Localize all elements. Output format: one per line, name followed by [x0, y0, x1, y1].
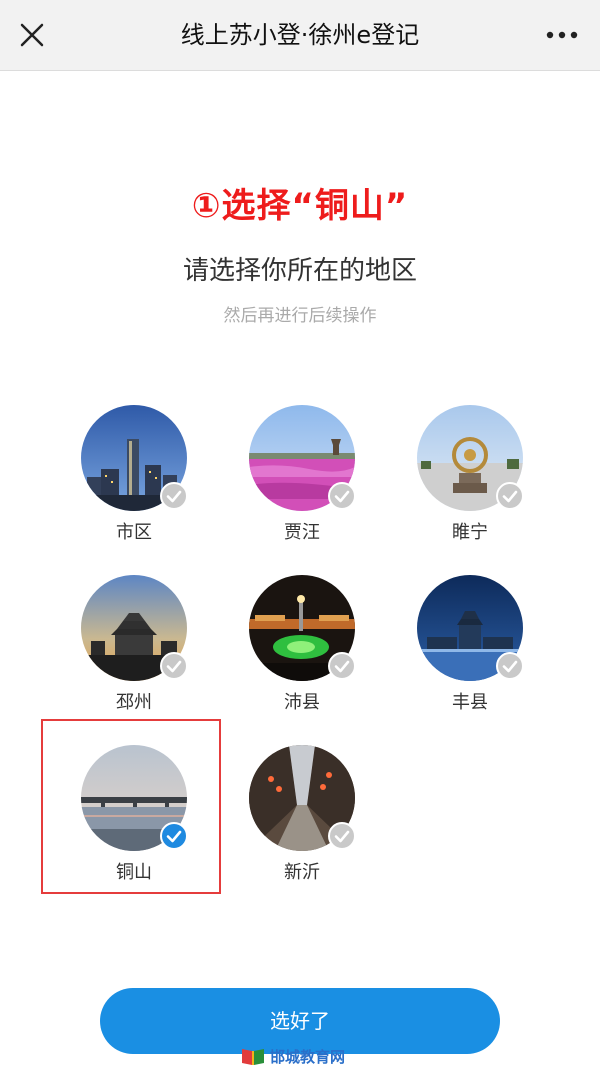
region-heading: 请选择你所在的地区 [182, 256, 417, 286]
unchecked-icon [496, 482, 524, 510]
region-item-peixian[interactable]: 沛县 [242, 575, 362, 725]
region-label: 铜山 [116, 862, 152, 883]
region-label: 贾汪 [284, 522, 320, 543]
unchecked-icon [328, 652, 356, 680]
close-icon[interactable] [14, 17, 50, 53]
region-label: 新沂 [284, 862, 320, 883]
region-label: 沛县 [284, 692, 320, 713]
watermark: 邯城教育网 [240, 1043, 345, 1069]
unchecked-icon [328, 822, 356, 850]
region-item-suining[interactable]: 睢宁 [410, 405, 530, 555]
step-annotation: ①选择“铜山” [191, 186, 409, 226]
region-item-tongshan[interactable]: 铜山 [74, 745, 194, 895]
unchecked-icon [496, 652, 524, 680]
checked-icon [160, 822, 188, 850]
unchecked-icon [160, 652, 188, 680]
region-item-pizhou[interactable]: 邳州 [74, 575, 194, 725]
region-label: 睢宁 [452, 522, 488, 543]
region-item-shiqu[interactable]: 市区 [74, 405, 194, 555]
region-item-fengxian[interactable]: 丰县 [410, 575, 530, 725]
watermark-text: 邯城教育网 [270, 1047, 346, 1066]
more-options-icon[interactable] [542, 20, 582, 50]
region-label: 市区 [116, 522, 152, 543]
region-subheading: 然后再进行后续操作 [223, 306, 377, 326]
unchecked-icon [160, 482, 188, 510]
book-logo-icon [240, 1045, 266, 1067]
region-label: 丰县 [452, 692, 488, 713]
region-item-jiawang[interactable]: 贾汪 [242, 405, 362, 555]
page-title: 线上苏小登·徐州e登记 [180, 21, 420, 49]
top-bar: 线上苏小登·徐州e登记 [0, 0, 600, 71]
region-label: 邳州 [116, 692, 152, 713]
region-item-xinyi[interactable]: 新沂 [242, 745, 362, 895]
unchecked-icon [328, 482, 356, 510]
